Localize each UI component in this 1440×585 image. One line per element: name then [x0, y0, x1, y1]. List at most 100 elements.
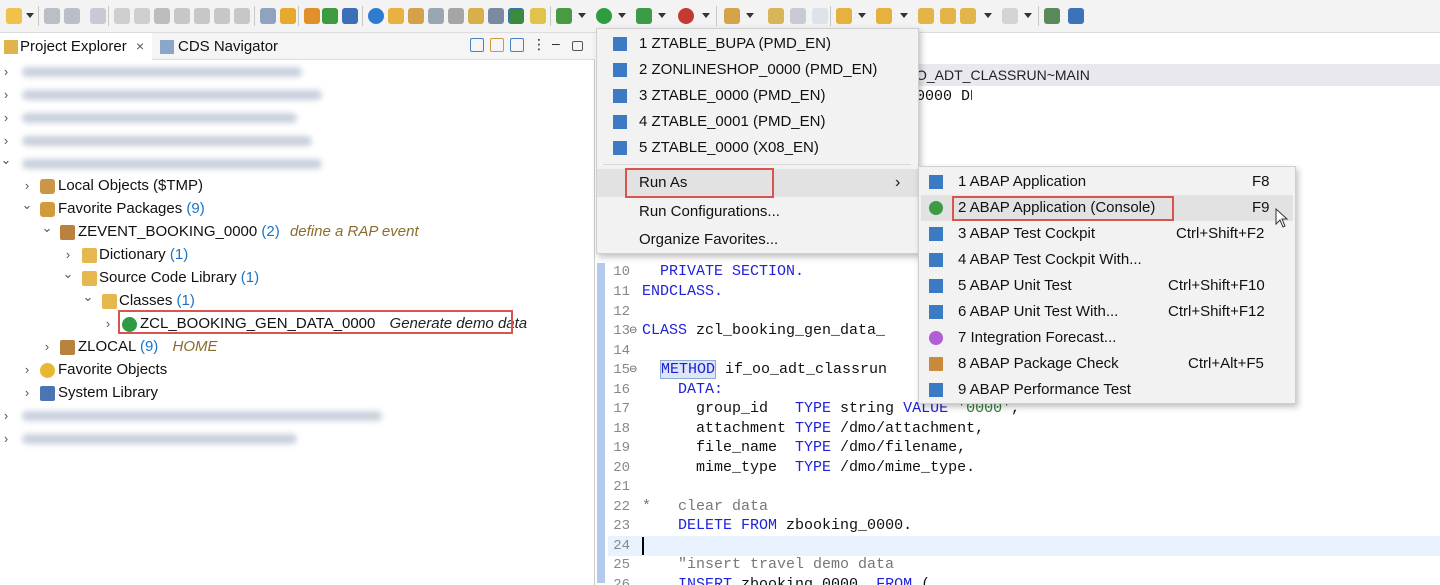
run-favorites-icon[interactable]: [508, 8, 524, 24]
pen-icon[interactable]: [448, 8, 464, 24]
tab-cds-navigator[interactable]: CDS Navigator: [156, 33, 296, 60]
run-icon[interactable]: [596, 8, 612, 24]
tree-row-blurred[interactable]: ⌄: [0, 152, 595, 175]
tree-row-blurred[interactable]: ›: [0, 107, 595, 129]
chevron-down-icon[interactable]: ⌄: [21, 194, 33, 216]
check-icon[interactable]: [322, 8, 338, 24]
tools-icon[interactable]: [724, 8, 740, 24]
package-icon[interactable]: [368, 8, 384, 24]
chevron-right-icon[interactable]: ›: [21, 382, 33, 404]
step-into-icon[interactable]: [194, 8, 210, 24]
back-icon[interactable]: [940, 8, 956, 24]
link-editor-icon[interactable]: [490, 38, 504, 52]
close-icon[interactable]: ×: [136, 33, 144, 60]
tree-row-blurred[interactable]: ›: [0, 428, 595, 450]
tools-icon[interactable]: [468, 8, 484, 24]
menu-item-abap-test-cockpit[interactable]: 3 ABAP Test Cockpit Ctrl+Shift+F2: [919, 221, 1295, 247]
debug-icon[interactable]: [90, 8, 106, 24]
bug-dropdown[interactable]: [578, 13, 586, 18]
chevron-right-icon[interactable]: ›: [41, 336, 53, 358]
image-icon[interactable]: [1068, 8, 1084, 24]
activate-icon[interactable]: [304, 8, 320, 24]
fav-icon[interactable]: [428, 8, 444, 24]
copy-icon[interactable]: [408, 8, 424, 24]
minimize-icon[interactable]: –: [552, 35, 560, 51]
tree-item-favorite-packages[interactable]: ⌄ Favorite Packages (9): [0, 197, 595, 220]
next-annotation-icon[interactable]: [836, 8, 852, 24]
menu-item-favorite-1[interactable]: 1 ZTABLE_BUPA (PMD_EN): [597, 31, 918, 57]
forward-icon[interactable]: [1002, 8, 1018, 24]
tree-row-blurred[interactable]: ›: [0, 61, 595, 83]
tree-item-dictionary[interactable]: › Dictionary (1): [0, 244, 595, 266]
task-icon[interactable]: [790, 8, 806, 24]
run-dropdown[interactable]: [618, 13, 626, 18]
back-icon[interactable]: [960, 8, 976, 24]
save-icon[interactable]: [44, 8, 60, 24]
menu-item-abap-unit-test[interactable]: 5 ABAP Unit Test Ctrl+Shift+F10: [919, 273, 1295, 299]
disconnect-icon[interactable]: [174, 8, 190, 24]
coverage-dropdown[interactable]: [658, 13, 666, 18]
pen-icon[interactable]: [530, 8, 546, 24]
fold-icon[interactable]: ⊖: [629, 325, 637, 336]
task-icon[interactable]: [768, 8, 784, 24]
stop-icon[interactable]: [678, 8, 694, 24]
tree-item-zlocal[interactable]: › ZLOCAL (9) HOME: [0, 336, 595, 358]
menu-item-organize-favorites[interactable]: Organize Favorites...: [597, 227, 918, 253]
chevron-right-icon[interactable]: ›: [0, 84, 12, 106]
stop-dropdown[interactable]: [702, 13, 710, 18]
collapse-all-icon[interactable]: [470, 38, 484, 52]
chevron-right-icon[interactable]: ›: [21, 359, 33, 381]
tab-project-explorer[interactable]: Project Explorer ×: [0, 33, 152, 60]
tree-row-blurred[interactable]: ›: [0, 84, 595, 106]
next-annotation-dropdown[interactable]: [858, 13, 866, 18]
menu-item-favorite-2[interactable]: 2 ZONLINESHOP_0000 (PMD_EN): [597, 57, 918, 83]
tree-row-blurred[interactable]: ›: [0, 405, 595, 427]
new-window-icon[interactable]: [1044, 8, 1060, 24]
forward-dropdown[interactable]: [1024, 13, 1032, 18]
sort-icon[interactable]: [342, 8, 358, 24]
prev-annotation-icon[interactable]: [876, 8, 892, 24]
chevron-right-icon[interactable]: ›: [102, 313, 114, 335]
step-return-icon[interactable]: [234, 8, 250, 24]
fold-icon[interactable]: ⊖: [629, 364, 637, 375]
format-icon[interactable]: [260, 8, 276, 24]
menu-item-abap-package-check[interactable]: 8 ABAP Package Check Ctrl+Alt+F5: [919, 351, 1295, 377]
menu-item-abap-performance-test[interactable]: 9 ABAP Performance Test: [919, 377, 1295, 403]
menu-item-abap-test-cockpit-with[interactable]: 4 ABAP Test Cockpit With...: [919, 247, 1295, 273]
menu-item-favorite-5[interactable]: 5 ZTABLE_0000 (X08_EN): [597, 135, 918, 161]
menu-item-abap-application[interactable]: 1 ABAP Application F8: [919, 169, 1295, 195]
tree-item-favorite-objects[interactable]: › Favorite Objects: [0, 359, 595, 381]
menu-item-abap-unit-test-with[interactable]: 6 ABAP Unit Test With... Ctrl+Shift+F12: [919, 299, 1295, 325]
filter-icon[interactable]: [510, 38, 524, 52]
open-object-icon[interactable]: [280, 8, 296, 24]
chevron-down-icon[interactable]: ⌄: [62, 263, 74, 285]
tree-item-classes[interactable]: ⌄ Classes (1): [0, 289, 595, 312]
resume-icon[interactable]: [114, 8, 130, 24]
menu-item-integration-forecast[interactable]: 7 Integration Forecast...: [919, 325, 1295, 351]
step-over-icon[interactable]: [214, 8, 230, 24]
back-icon[interactable]: [918, 8, 934, 24]
tree-row-blurred[interactable]: ›: [0, 130, 595, 152]
new-dropdown[interactable]: [26, 13, 34, 18]
chevron-right-icon[interactable]: ›: [0, 428, 12, 450]
pilcrow-icon[interactable]: [812, 8, 828, 24]
menu-item-run-configurations[interactable]: Run Configurations...: [597, 199, 918, 225]
chevron-down-icon[interactable]: ⌄: [82, 286, 94, 308]
menu-item-favorite-4[interactable]: 4 ZTABLE_0001 (PMD_EN): [597, 109, 918, 135]
save-all-icon[interactable]: [64, 8, 80, 24]
new-icon[interactable]: [6, 8, 22, 24]
chevron-down-icon[interactable]: ⌄: [0, 149, 12, 171]
run-coverage-icon[interactable]: [636, 8, 652, 24]
chevron-right-icon[interactable]: ›: [0, 107, 12, 129]
suspend-icon[interactable]: [134, 8, 150, 24]
view-menu-icon[interactable]: ⋮: [532, 36, 546, 53]
prev-annotation-dropdown[interactable]: [900, 13, 908, 18]
task-icon[interactable]: [488, 8, 504, 24]
tree-item-system-library[interactable]: › System Library: [0, 382, 595, 404]
back-dropdown[interactable]: [984, 13, 992, 18]
tree-item-zevent-booking[interactable]: ⌄ ZEVENT_BOOKING_0000 (2) define a RAP e…: [0, 220, 595, 243]
chevron-down-icon[interactable]: ⌄: [41, 217, 53, 239]
bug-icon[interactable]: [556, 8, 572, 24]
tools-dropdown[interactable]: [746, 13, 754, 18]
chevron-right-icon[interactable]: ›: [0, 405, 12, 427]
